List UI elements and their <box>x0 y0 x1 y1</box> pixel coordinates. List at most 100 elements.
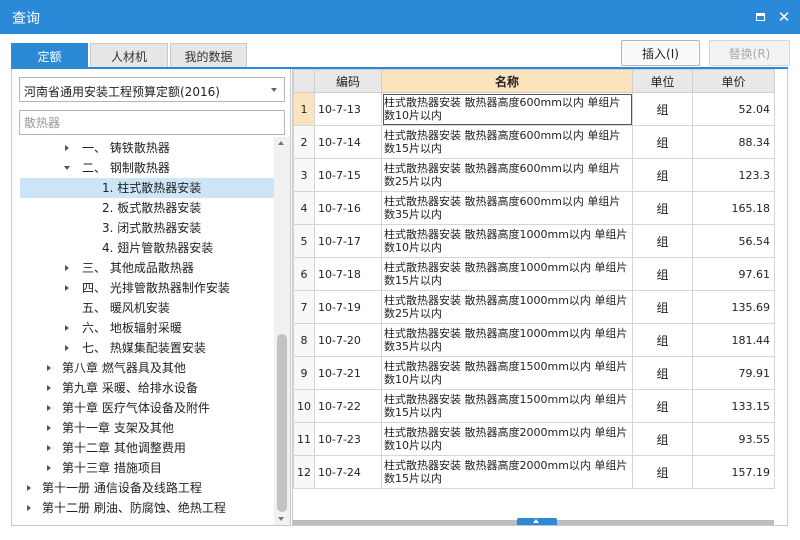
quota-unit[interactable]: 组 <box>632 389 693 423</box>
quota-unit[interactable]: 组 <box>632 455 693 489</box>
table-row[interactable]: 11 10-7-23 柱式散热器安装 散热器高度2000mm以内 单组片数10片以内… <box>293 422 775 456</box>
quota-name[interactable]: 柱式散热器安装 散热器高度600mm以内 单组片数10片以内 <box>381 92 633 126</box>
expand-icon[interactable] <box>62 338 72 358</box>
expand-icon[interactable] <box>44 358 54 378</box>
table-row[interactable]: 5 10-7-17 柱式散热器安装 散热器高度1000mm以内 单组片数10片以内组… <box>293 224 775 258</box>
tree-node-floor-heating[interactable]: 六、 地板辐射采暖 <box>12 318 274 338</box>
quota-price[interactable]: 123.3 <box>692 158 775 192</box>
row-index[interactable]: 3 <box>293 158 315 192</box>
quota-price[interactable]: 135.69 <box>692 290 775 324</box>
quota-price[interactable]: 133.15 <box>692 389 775 423</box>
quota-name[interactable]: 柱式散热器安装 散热器高度1000mm以内 单组片数15片以内 <box>381 257 633 291</box>
quota-name[interactable]: 柱式散热器安装 散热器高度1000mm以内 单组片数35片以内 <box>381 323 633 357</box>
scroll-down-icon[interactable] <box>278 517 284 521</box>
tree-node-finned-radiator[interactable]: 4. 翅片管散热器安装 <box>12 238 274 258</box>
row-index[interactable]: 2 <box>293 125 315 159</box>
row-index[interactable]: 6 <box>293 257 315 291</box>
tree-node-chapter-12[interactable]: 第十二章 其他调整费用 <box>12 438 274 458</box>
quota-name[interactable]: 柱式散热器安装 散热器高度600mm以内 单组片数35片以内 <box>381 191 633 225</box>
row-index[interactable]: 1 <box>293 92 315 126</box>
quota-price[interactable]: 93.55 <box>692 422 775 456</box>
quota-unit[interactable]: 组 <box>632 356 693 390</box>
table-row[interactable]: 6 10-7-18 柱式散热器安装 散热器高度1000mm以内 单组片数15片以内组… <box>293 257 775 291</box>
tab-quota[interactable]: 定额 <box>11 43 88 68</box>
scroll-up-icon[interactable] <box>278 141 284 145</box>
collapse-panel-handle[interactable] <box>517 518 557 525</box>
expand-icon[interactable] <box>44 378 54 398</box>
col-header-code[interactable]: 编码 <box>314 69 382 93</box>
quota-code[interactable]: 10-7-15 <box>314 158 382 192</box>
tree-node-panel-radiator[interactable]: 2. 板式散热器安装 <box>12 198 274 218</box>
tree-node-column-radiator[interactable]: 1. 柱式散热器安装 <box>20 178 274 198</box>
quota-name[interactable]: 柱式散热器安装 散热器高度1000mm以内 单组片数10片以内 <box>381 224 633 258</box>
collapse-icon[interactable] <box>62 158 72 178</box>
expand-icon[interactable] <box>24 498 34 518</box>
quota-price[interactable]: 157.19 <box>692 455 775 489</box>
tree-node-cast-iron[interactable]: 一、 铸铁散热器 <box>12 138 274 158</box>
tree-node-chapter-10[interactable]: 第十章 医疗气体设备及附件 <box>12 398 274 418</box>
maximize-button[interactable] <box>750 7 770 27</box>
quota-unit[interactable]: 组 <box>632 290 693 324</box>
quota-unit[interactable]: 组 <box>632 224 693 258</box>
expand-icon[interactable] <box>24 478 34 498</box>
row-index[interactable]: 12 <box>293 455 315 489</box>
expand-icon[interactable] <box>44 458 54 478</box>
table-row[interactable]: 2 10-7-14 柱式散热器安装 散热器高度600mm以内 单组片数15片以内组 8… <box>293 125 775 159</box>
quota-name[interactable]: 柱式散热器安装 散热器高度2000mm以内 单组片数15片以内 <box>381 455 633 489</box>
table-row[interactable]: 7 10-7-19 柱式散热器安装 散热器高度1000mm以内 单组片数25片以内组… <box>293 290 775 324</box>
quota-code[interactable]: 10-7-16 <box>314 191 382 225</box>
quota-code[interactable]: 10-7-17 <box>314 224 382 258</box>
scrollbar-thumb[interactable] <box>277 334 287 512</box>
quota-unit[interactable]: 组 <box>632 158 693 192</box>
quota-unit[interactable]: 组 <box>632 92 693 126</box>
tree-node-manifold[interactable]: 七、 热媒集配装置安装 <box>12 338 274 358</box>
quota-price[interactable]: 56.54 <box>692 224 775 258</box>
col-header-price[interactable]: 单价 <box>692 69 775 93</box>
quota-unit[interactable]: 组 <box>632 323 693 357</box>
expand-icon[interactable] <box>62 138 72 158</box>
quota-name[interactable]: 柱式散热器安装 散热器高度1500mm以内 单组片数10片以内 <box>381 356 633 390</box>
tab-labor-materials[interactable]: 人材机 <box>90 43 168 68</box>
tree-node-chapter-13[interactable]: 第十三章 措施项目 <box>12 458 274 478</box>
row-index[interactable]: 9 <box>293 356 315 390</box>
quota-code[interactable]: 10-7-13 <box>314 92 382 126</box>
table-row[interactable]: 9 10-7-21 柱式散热器安装 散热器高度1500mm以内 单组片数10片以内组… <box>293 356 775 390</box>
table-row[interactable]: 1 10-7-13 柱式散热器安装 散热器高度600mm以内 单组片数10片以内组 5… <box>293 92 775 126</box>
table-row[interactable]: 8 10-7-20 柱式散热器安装 散热器高度1000mm以内 单组片数35片以内组… <box>293 323 775 357</box>
row-index[interactable]: 7 <box>293 290 315 324</box>
quota-book-select[interactable]: 河南省通用安装工程预算定额(2016) <box>19 77 285 102</box>
tree-node-heater[interactable]: 五、 暖风机安装 <box>12 298 274 318</box>
search-input[interactable] <box>19 110 285 135</box>
quota-price[interactable]: 165.18 <box>692 191 775 225</box>
tab-my-data[interactable]: 我的数据 <box>170 43 247 68</box>
row-index[interactable]: 4 <box>293 191 315 225</box>
quota-code[interactable]: 10-7-20 <box>314 323 382 357</box>
quota-code[interactable]: 10-7-21 <box>314 356 382 390</box>
tree-scrollbar[interactable] <box>274 137 290 525</box>
quota-code[interactable]: 10-7-18 <box>314 257 382 291</box>
tree-node-volume-11[interactable]: 第十一册 通信设备及线路工程 <box>12 478 274 498</box>
table-row[interactable]: 3 10-7-15 柱式散热器安装 散热器高度600mm以内 单组片数25片以内组 1… <box>293 158 775 192</box>
tree-node-steel[interactable]: 二、 钢制散热器 <box>12 158 274 178</box>
tree-node-chapter-11[interactable]: 第十一章 支架及其他 <box>12 418 274 438</box>
quota-code[interactable]: 10-7-14 <box>314 125 382 159</box>
quota-unit[interactable]: 组 <box>632 422 693 456</box>
quota-unit[interactable]: 组 <box>632 191 693 225</box>
quota-code[interactable]: 10-7-24 <box>314 455 382 489</box>
close-button[interactable]: ✕ <box>774 7 794 27</box>
quota-price[interactable]: 97.61 <box>692 257 775 291</box>
quota-name[interactable]: 柱式散热器安装 散热器高度600mm以内 单组片数25片以内 <box>381 158 633 192</box>
replace-button[interactable]: 替换(R) <box>709 40 790 66</box>
tree-node-chapter-9[interactable]: 第九章 采暖、给排水设备 <box>12 378 274 398</box>
row-index[interactable]: 5 <box>293 224 315 258</box>
table-row[interactable]: 10 10-7-22 柱式散热器安装 散热器高度1500mm以内 单组片数15片以内… <box>293 389 775 423</box>
tree-node-volume-12[interactable]: 第十二册 刷油、防腐蚀、绝热工程 <box>12 498 274 518</box>
quota-name[interactable]: 柱式散热器安装 散热器高度1500mm以内 单组片数15片以内 <box>381 389 633 423</box>
quota-price[interactable]: 181.44 <box>692 323 775 357</box>
quota-code[interactable]: 10-7-22 <box>314 389 382 423</box>
expand-icon[interactable] <box>44 398 54 418</box>
quota-code[interactable]: 10-7-23 <box>314 422 382 456</box>
expand-icon[interactable] <box>44 418 54 438</box>
quota-name[interactable]: 柱式散热器安装 散热器高度600mm以内 单组片数15片以内 <box>381 125 633 159</box>
row-index[interactable]: 8 <box>293 323 315 357</box>
